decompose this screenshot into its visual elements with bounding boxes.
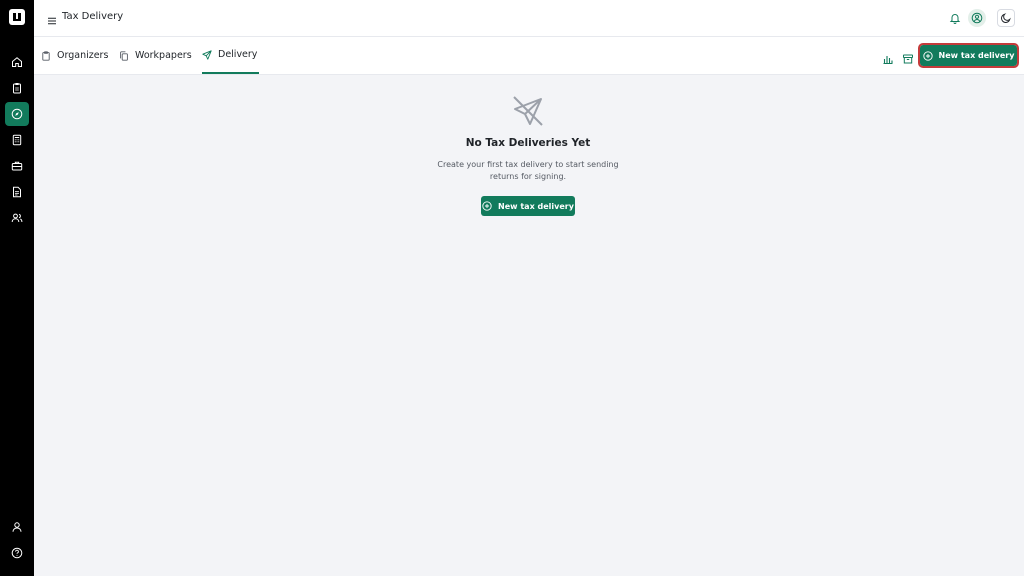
plus-circle-icon [482,201,492,211]
tab-bar: Organizers Workpapers Delivery New tax d… [34,37,1024,75]
sidebar-item-documents[interactable] [5,180,29,204]
sidebar-item-home[interactable] [5,50,29,74]
send-off-icon [510,93,546,129]
menu-icon[interactable] [46,12,58,25]
copy-icon [120,50,128,61]
users-icon [11,213,23,223]
tab-delivery[interactable]: Delivery [202,37,260,74]
theme-toggle-button[interactable] [997,9,1015,27]
sidebar-item-delivery[interactable] [5,102,29,126]
tab-organizers[interactable]: Organizers [41,37,108,74]
empty-state-description: Create your first tax delivery to start … [437,160,619,181]
sidebar-help[interactable] [5,541,29,565]
new-tax-delivery-button[interactable]: New tax delivery [918,43,1019,68]
sidebar-item-organizers[interactable] [5,76,29,100]
sidebar-item-clients[interactable] [5,206,29,230]
file-text-icon [13,186,21,198]
tab-workpapers[interactable]: Workpapers [119,37,192,74]
archive-button[interactable] [902,50,914,64]
briefcase-icon [11,161,23,171]
plus-circle-icon [922,50,933,61]
sidebar-item-briefcase[interactable] [5,154,29,178]
app-logo[interactable] [9,9,25,25]
notifications-button[interactable] [946,9,964,27]
top-header: Tax Delivery [34,0,1024,37]
tab-label: Delivery [218,49,258,60]
button-label: New tax delivery [938,51,1015,60]
stats-button[interactable] [882,50,894,65]
user-circle-icon [971,12,983,24]
tab-label: Workpapers [135,50,192,61]
home-icon [12,57,22,67]
tab-label: Organizers [57,50,109,61]
sidebar-profile[interactable] [5,515,29,539]
bell-icon [949,14,961,24]
user-menu-button[interactable] [968,9,986,27]
compass-icon [11,108,23,120]
bar-chart-icon [883,56,893,65]
page-title: Tax Delivery [62,11,124,22]
sidebar-item-calculator[interactable] [5,128,29,152]
clipboard-icon [13,83,21,94]
clipboard-icon [42,50,50,61]
empty-state-new-button[interactable]: New tax delivery [481,196,575,216]
sidebar [0,0,34,576]
archive-icon [903,54,913,64]
moon-icon [1001,13,1011,23]
help-icon [11,547,23,559]
user-icon [12,522,22,532]
send-icon [202,49,212,60]
calculator-icon [12,134,22,146]
empty-state-title: No Tax Deliveries Yet [465,137,591,149]
button-label: New tax delivery [498,201,574,211]
